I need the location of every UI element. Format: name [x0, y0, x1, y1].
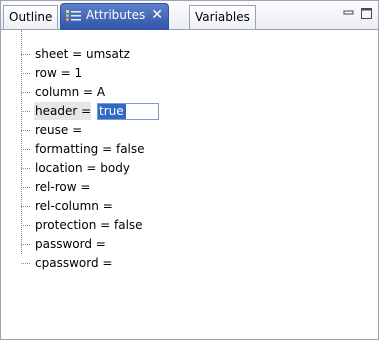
- tree-item-label: reuse =: [35, 123, 83, 137]
- minimize-icon[interactable]: [342, 7, 355, 20]
- close-icon[interactable]: ✕: [151, 4, 163, 26]
- tree-item-label: cpassword =: [35, 256, 113, 270]
- tab-variables-label: Variables: [195, 10, 250, 24]
- view-tab-bar: Outline Attributes ✕ Variables: [1, 1, 378, 30]
- tab-attributes[interactable]: Attributes ✕: [60, 3, 169, 30]
- tree-item-label: header =: [34, 102, 92, 120]
- tree-item-label: row = 1: [35, 66, 83, 80]
- tree-item[interactable]: location = body: [1, 159, 378, 177]
- tab-outline[interactable]: Outline: [3, 5, 59, 29]
- tree-item-label: password =: [35, 237, 106, 251]
- tree-item-label: rel-row =: [35, 180, 91, 194]
- tree-item[interactable]: formatting = false: [1, 140, 378, 158]
- tree-item-label: sheet = umsatz: [35, 47, 130, 61]
- tab-variables[interactable]: Variables: [189, 5, 256, 29]
- tree-item[interactable]: cpassword =: [1, 254, 378, 272]
- tree-item-label: formatting = false: [35, 142, 145, 156]
- maximize-icon[interactable]: [360, 7, 373, 20]
- tree-item-label: column = A: [35, 85, 106, 99]
- tree-item-label: protection = false: [35, 218, 143, 232]
- tree-item-label: rel-column =: [35, 199, 113, 213]
- tree-item[interactable]: reuse =: [1, 121, 378, 139]
- tree-item[interactable]: protection = false: [1, 216, 378, 234]
- attribute-value-editor[interactable]: true: [97, 103, 159, 120]
- attributes-icon: [65, 7, 83, 21]
- attributes-view: Outline Attributes ✕ Variables sheet = u…: [0, 0, 379, 340]
- tree-item[interactable]: rel-column =: [1, 197, 378, 215]
- editor-selected-text: true: [98, 104, 126, 119]
- tree-item-selected[interactable]: header = true: [1, 102, 378, 120]
- tree-item[interactable]: row = 1: [1, 64, 378, 82]
- tab-outline-label: Outline: [9, 10, 53, 24]
- tab-attributes-label: Attributes: [86, 8, 146, 22]
- tree-item[interactable]: column = A: [1, 83, 378, 101]
- tree-item-label: location = body: [35, 161, 130, 175]
- tree-item[interactable]: rel-row =: [1, 178, 378, 196]
- tree-item[interactable]: password =: [1, 235, 378, 253]
- tree-item[interactable]: sheet = umsatz: [1, 45, 378, 63]
